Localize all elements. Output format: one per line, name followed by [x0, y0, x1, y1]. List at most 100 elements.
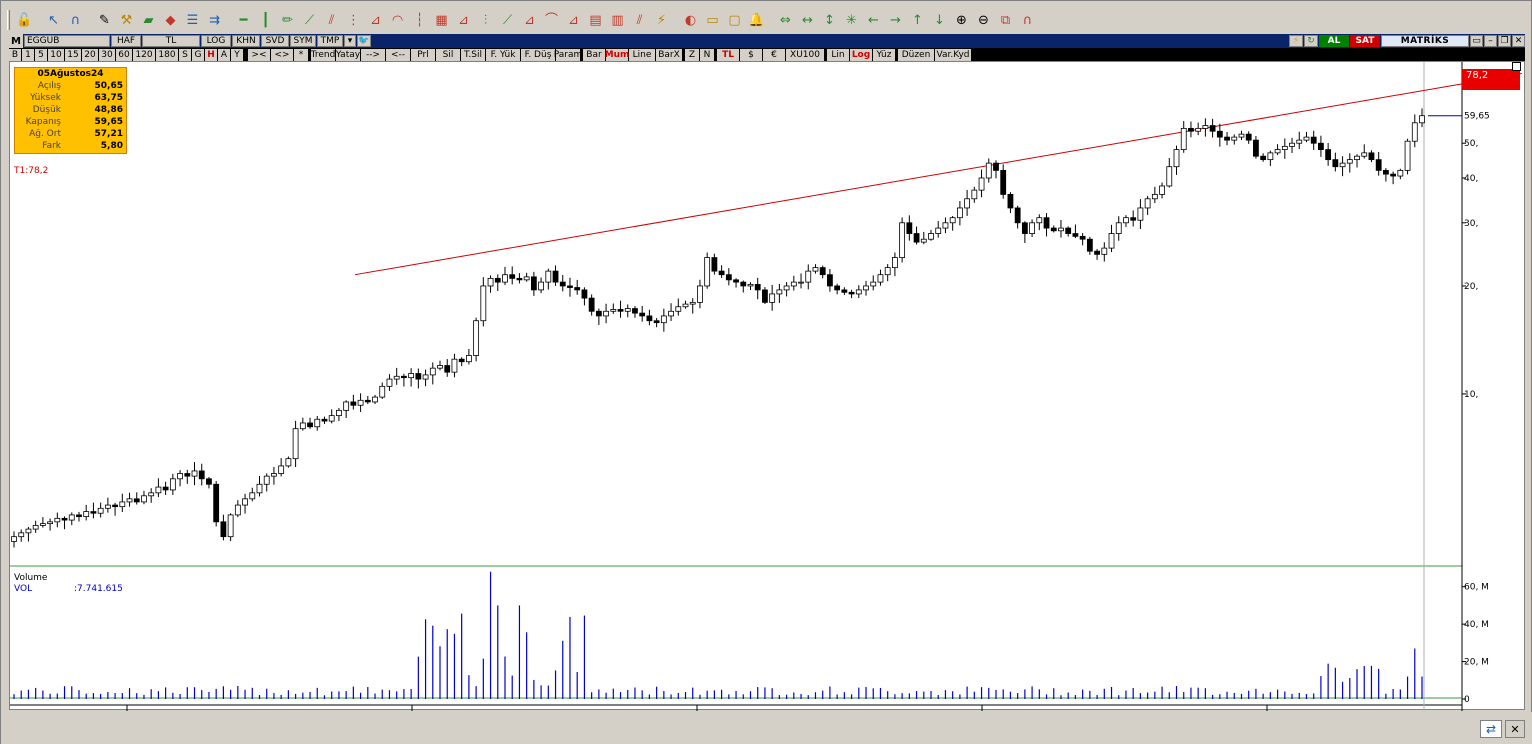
- chart-export-icon[interactable]: ⧉: [996, 11, 1015, 30]
- extra-varkyd[interactable]: Var.Kyd: [935, 48, 971, 61]
- period-60[interactable]: 60: [116, 48, 132, 61]
- magnet-icon[interactable]: ∩: [66, 11, 85, 30]
- nav-button[interactable]: ><: [248, 48, 270, 61]
- gann-icon[interactable]: ▦: [432, 11, 451, 30]
- fib-time-icon[interactable]: ┆: [410, 11, 429, 30]
- period-selector[interactable]: HAF: [111, 35, 141, 47]
- equal-icon[interactable]: ⇉: [205, 11, 224, 30]
- zoom-out-icon[interactable]: ⊖: [974, 11, 993, 30]
- scale-log[interactable]: Log: [850, 48, 872, 61]
- lock-icon[interactable]: 🔓: [15, 11, 34, 30]
- period-s[interactable]: S: [179, 48, 191, 61]
- tool-fyük[interactable]: F. Yük: [486, 48, 520, 61]
- note-icon[interactable]: ▭: [703, 11, 722, 30]
- period-30[interactable]: 30: [99, 48, 115, 61]
- flash-icon[interactable]: ⚡: [1289, 35, 1303, 47]
- arrow-left-icon[interactable]: ←: [864, 11, 883, 30]
- arrow-right-icon[interactable]: →: [886, 11, 905, 30]
- fibonacci-icon[interactable]: ⋮: [344, 11, 363, 30]
- tools-icon[interactable]: ⚒: [117, 11, 136, 30]
- cycle-icon[interactable]: ⌒: [542, 11, 561, 30]
- sell-button[interactable]: SAT: [1350, 35, 1380, 47]
- zoom-in-icon[interactable]: ⊕: [952, 11, 971, 30]
- period-120[interactable]: 120: [133, 48, 155, 61]
- regression-icon[interactable]: ⫶: [476, 11, 495, 30]
- pencil-icon[interactable]: ✏: [278, 11, 297, 30]
- quadrant-icon[interactable]: ⊿: [564, 11, 583, 30]
- tool-param[interactable]: Param: [554, 48, 582, 61]
- extra-düzen[interactable]: Düzen: [898, 48, 934, 61]
- zoom-horizontal-icon[interactable]: ⇔: [776, 11, 795, 30]
- zoom-vertical-icon[interactable]: ↕: [820, 11, 839, 30]
- period-1[interactable]: 1: [22, 48, 34, 61]
- window-dropdown-icon[interactable]: ▭: [1470, 35, 1483, 47]
- tool-sil[interactable]: Sil: [436, 48, 460, 61]
- period-y[interactable]: Y: [231, 48, 243, 61]
- chart-type-line[interactable]: Line: [629, 48, 655, 61]
- tmp-toggle[interactable]: TMP: [317, 35, 343, 47]
- tool-trend[interactable]: Trend: [311, 48, 335, 61]
- tool-prl[interactable]: Prl: [411, 48, 435, 61]
- buy-button[interactable]: AL: [1319, 35, 1349, 47]
- refresh-icon[interactable]: ↻: [1304, 35, 1318, 47]
- parallel-icon[interactable]: ⫽: [630, 11, 649, 30]
- tool-fdüş[interactable]: F. Düş: [521, 48, 555, 61]
- close-icon[interactable]: ✕: [1505, 720, 1525, 738]
- log-scale-toggle[interactable]: LOG: [201, 35, 231, 47]
- currency-$[interactable]: $: [740, 48, 762, 61]
- tool-[interactable]: <--: [386, 48, 410, 61]
- gann-fan-icon[interactable]: ⊿: [454, 11, 473, 30]
- tirone-icon[interactable]: ▤: [586, 11, 605, 30]
- scale-yüz[interactable]: Yüz: [873, 48, 895, 61]
- currency-€[interactable]: €: [763, 48, 785, 61]
- chart-corner-button[interactable]: [1512, 62, 1521, 71]
- period-a[interactable]: A: [218, 48, 230, 61]
- alarm-bell-icon[interactable]: 🔔: [747, 11, 766, 30]
- chart-type-barx[interactable]: BarX: [656, 48, 682, 61]
- currency-tl[interactable]: TL: [717, 48, 739, 61]
- window-close-icon[interactable]: ✕: [1512, 35, 1525, 47]
- tool-[interactable]: -->: [361, 48, 385, 61]
- speed-lines-icon[interactable]: ⟋: [498, 11, 517, 30]
- period-20[interactable]: 20: [82, 48, 98, 61]
- vertical-line-icon[interactable]: ┃: [256, 11, 275, 30]
- edit-icon[interactable]: ✎: [95, 11, 114, 30]
- svd-toggle[interactable]: SVD: [261, 35, 289, 47]
- align-icon[interactable]: ☰: [183, 11, 202, 30]
- zoom-all-icon[interactable]: ✳: [842, 11, 861, 30]
- palette-icon[interactable]: ◐: [681, 11, 700, 30]
- zoom-width-icon[interactable]: ↔: [798, 11, 817, 30]
- cursor-arrow-icon[interactable]: ↖: [44, 11, 63, 30]
- khn-toggle[interactable]: KHN: [232, 35, 260, 47]
- ruler-icon[interactable]: ▰: [139, 11, 158, 30]
- period-5[interactable]: 5: [35, 48, 47, 61]
- period-10[interactable]: 10: [48, 48, 64, 61]
- arrow-up-icon[interactable]: ↑: [908, 11, 927, 30]
- period-180[interactable]: 180: [156, 48, 178, 61]
- horizontal-line-icon[interactable]: ━: [234, 11, 253, 30]
- horseshoe-icon[interactable]: ∩: [1018, 11, 1037, 30]
- eraser-icon[interactable]: ◆: [161, 11, 180, 30]
- fib-arc-icon[interactable]: ◠: [388, 11, 407, 30]
- tool-yatay[interactable]: Yatay: [336, 48, 360, 61]
- sym-toggle[interactable]: SYM: [290, 35, 316, 47]
- chart-type-mum[interactable]: Mum: [605, 48, 629, 61]
- arrow-down-icon[interactable]: ↓: [930, 11, 949, 30]
- nav-button[interactable]: <>: [271, 48, 293, 61]
- window-restore-icon[interactable]: ❐: [1498, 35, 1511, 47]
- toggle-n[interactable]: N: [700, 48, 714, 61]
- period-b[interactable]: B: [9, 48, 21, 61]
- channel-icon[interactable]: ⫽: [322, 11, 341, 30]
- chart-type-bar[interactable]: Bar: [583, 48, 605, 61]
- trendline-icon[interactable]: ⟋: [300, 11, 319, 30]
- andrews-icon[interactable]: ⊿: [520, 11, 539, 30]
- candlestick-chart[interactable]: 10,20,30,40,50,59,65020, M40, M60, M2021…: [10, 62, 1526, 711]
- tool-tsil[interactable]: T.Sil: [461, 48, 485, 61]
- currency-selector[interactable]: TL: [142, 35, 200, 47]
- wave-icon[interactable]: ⚡: [652, 11, 671, 30]
- raff-icon[interactable]: ▥: [608, 11, 627, 30]
- comment-icon[interactable]: ▢: [725, 11, 744, 30]
- period-15[interactable]: 15: [65, 48, 81, 61]
- tmp-dropdown-icon[interactable]: ▾: [344, 35, 356, 47]
- chart-area[interactable]: 10,20,30,40,50,59,65020, M40, M60, M2021…: [9, 61, 1526, 711]
